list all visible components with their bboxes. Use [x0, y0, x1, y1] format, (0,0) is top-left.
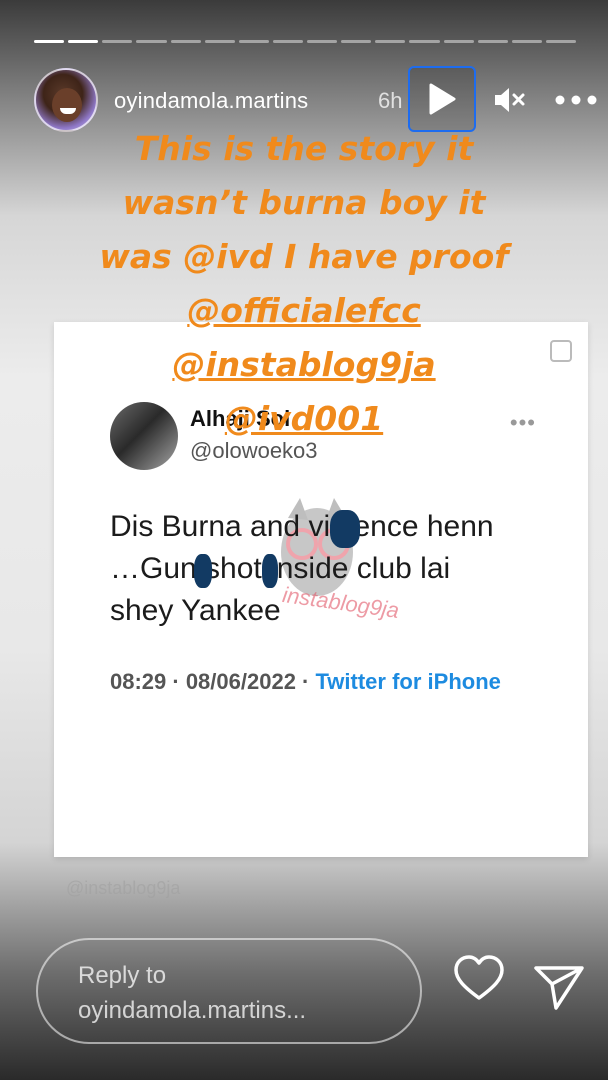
- progress-segment: [68, 40, 99, 43]
- story-viewer: oyindamola.martins 6h Alhaji Sol @olowoe…: [0, 0, 608, 1080]
- caption-line: wasn’t burna boy it: [122, 183, 486, 222]
- like-button[interactable]: [452, 952, 506, 1006]
- progress-segment: [170, 40, 201, 43]
- progress-segment: [341, 40, 372, 43]
- censor-blot: [194, 554, 212, 588]
- progress-segment: [102, 40, 133, 43]
- censor-blot: [330, 510, 360, 548]
- reply-placeholder: Reply to oyindamola.martins...: [78, 962, 307, 1024]
- reply-input[interactable]: Reply to oyindamola.martins...: [36, 938, 422, 1044]
- progress-segment: [307, 40, 338, 43]
- username[interactable]: oyindamola.martins: [114, 88, 308, 114]
- progress-segment: [136, 40, 167, 43]
- progress-segment: [34, 40, 65, 43]
- heart-icon: [454, 955, 504, 1000]
- more-icon: [555, 95, 597, 105]
- share-button[interactable]: [532, 962, 586, 1012]
- mute-icon: [495, 88, 525, 112]
- play-icon: [429, 83, 456, 115]
- tweet-meta: 08:29 · 08/06/2022 · Twitter for iPhone: [110, 666, 540, 697]
- more-options-button[interactable]: [554, 80, 598, 120]
- footer-watermark: @instablog9ja: [66, 878, 181, 898]
- progress-segment: [477, 40, 508, 43]
- story-caption: This is the story it wasn’t burna boy it…: [40, 122, 568, 446]
- mute-button[interactable]: [490, 80, 530, 120]
- story-progress-bar: [34, 40, 576, 44]
- send-icon: [534, 966, 584, 1010]
- censor-blot: [262, 554, 278, 588]
- mention-link[interactable]: @instablog9ja: [40, 338, 568, 392]
- caption-line: This is the story it: [134, 129, 474, 168]
- progress-segment: [511, 40, 542, 43]
- progress-segment: [204, 40, 235, 43]
- progress-segment: [375, 40, 406, 43]
- progress-segment: [238, 40, 269, 43]
- mention-link[interactable]: @officialefcc: [40, 284, 568, 338]
- progress-segment: [409, 40, 440, 43]
- progress-segment: [272, 40, 303, 43]
- post-time: 6h: [378, 88, 403, 113]
- tweet-timestamp: 08:29 · 08/06/2022 ·: [110, 669, 310, 694]
- progress-segment: [545, 40, 576, 43]
- mention-link[interactable]: @ivd001: [40, 392, 568, 446]
- tweet-source: Twitter for iPhone: [315, 669, 501, 694]
- tweet-body-line: …Gun shot inside club lai: [110, 552, 451, 585]
- caption-line: was @ivd I have proof: [99, 237, 509, 276]
- avatar-face: [52, 88, 82, 122]
- progress-segment: [443, 40, 474, 43]
